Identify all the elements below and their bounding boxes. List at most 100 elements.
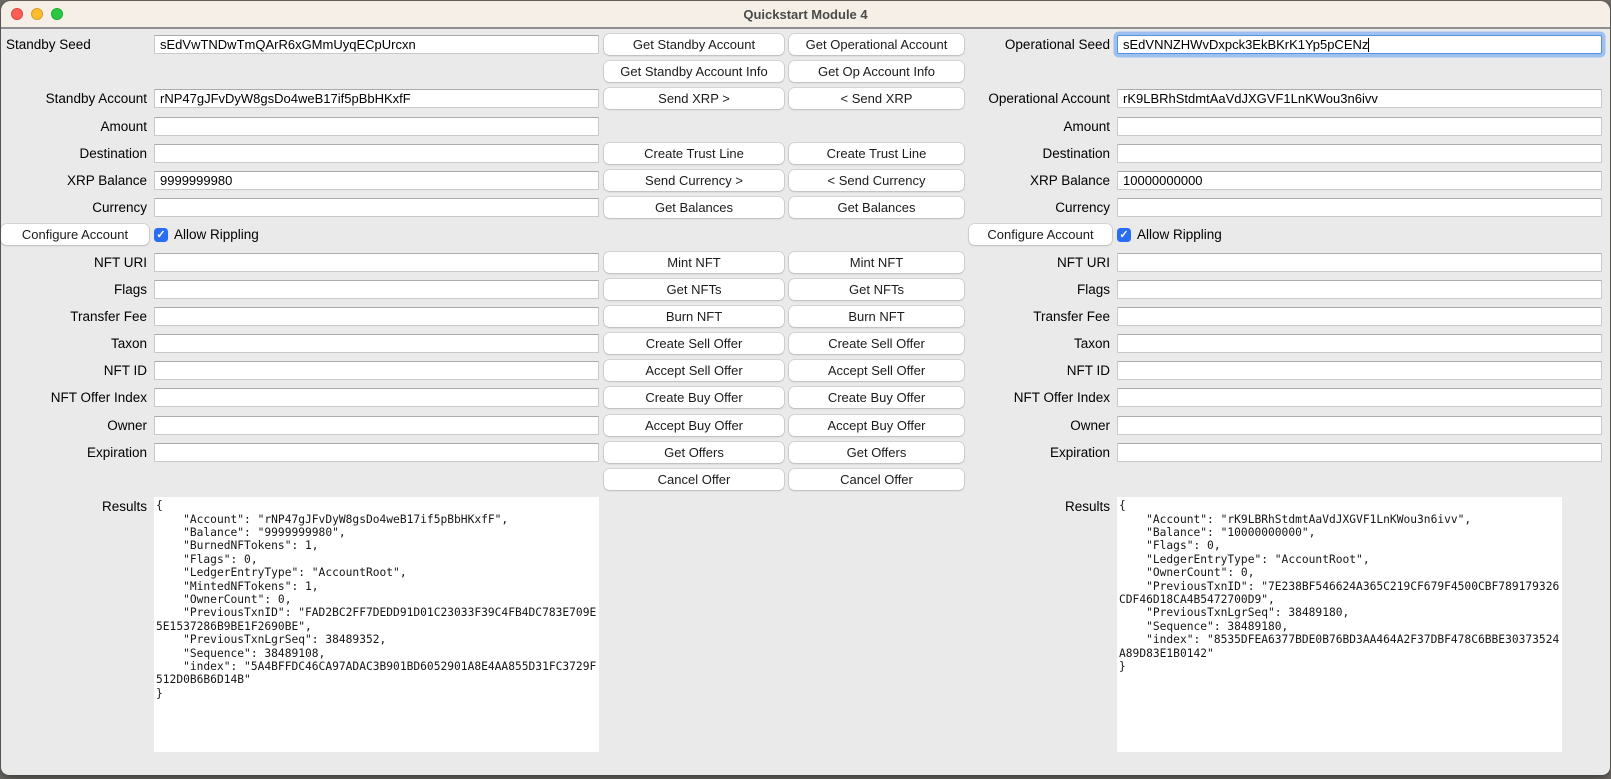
cancel-offer-standby-button[interactable]: Cancel Offer [604, 469, 784, 490]
get-nfts-standby-button[interactable]: Get NFTs [604, 279, 784, 300]
standby-destination-input[interactable] [154, 144, 599, 163]
title-bar: Quickstart Module 4 [1, 1, 1610, 29]
operational-account-label: Operational Account [969, 89, 1112, 108]
operational-account-input[interactable] [1117, 89, 1602, 108]
operational-seed-value: sEdVNNZHWvDxpck3EkBKrK1Yp5pCENz [1123, 37, 1368, 52]
get-nfts-operational-button[interactable]: Get NFTs [789, 279, 964, 300]
get-standby-account-info-button[interactable]: Get Standby Account Info [604, 61, 784, 82]
get-offers-standby-button[interactable]: Get Offers [604, 442, 784, 463]
standby-expiration-input[interactable] [154, 443, 599, 462]
burn-nft-operational-button[interactable]: Burn NFT [789, 306, 964, 327]
standby-xrp-balance-input[interactable] [154, 171, 599, 190]
standby-amount-label: Amount [1, 117, 149, 136]
operational-destination-input[interactable] [1117, 144, 1602, 163]
standby-results-label: Results [1, 497, 149, 516]
operational-xrp-balance-input[interactable] [1117, 171, 1602, 190]
standby-owner-input[interactable] [154, 416, 599, 435]
operational-xrp-balance-label: XRP Balance [969, 171, 1112, 190]
standby-seed-label: Standby Seed [1, 35, 149, 54]
operational-amount-input[interactable] [1117, 117, 1602, 136]
content-grid: Standby Seed Get Standby Account Get Ope… [1, 29, 1610, 752]
cancel-offer-operational-button[interactable]: Cancel Offer [789, 469, 964, 490]
send-xrp-to-standby-button[interactable]: < Send XRP [789, 88, 964, 109]
accept-buy-offer-standby-button[interactable]: Accept Buy Offer [604, 415, 784, 436]
standby-taxon-label: Taxon [1, 334, 149, 353]
standby-xrp-balance-label: XRP Balance [1, 171, 149, 190]
standby-seed-input[interactable] [154, 35, 599, 54]
standby-currency-label: Currency [1, 198, 149, 217]
checkmark-icon: ✓ [1119, 228, 1128, 241]
send-xrp-to-operational-button[interactable]: Send XRP > [604, 88, 784, 109]
operational-transfer-fee-input[interactable] [1117, 307, 1602, 326]
app-window: Quickstart Module 4 Standby Seed Get Sta… [1, 1, 1610, 775]
operational-nft-offer-index-label: NFT Offer Index [969, 388, 1112, 407]
create-sell-offer-standby-button[interactable]: Create Sell Offer [604, 333, 784, 354]
standby-flags-label: Flags [1, 280, 149, 299]
operational-nft-id-input[interactable] [1117, 361, 1602, 380]
operational-expiration-input[interactable] [1117, 443, 1602, 462]
operational-owner-input[interactable] [1117, 416, 1602, 435]
operational-allow-rippling-label: Allow Rippling [1137, 227, 1222, 242]
create-buy-offer-operational-button[interactable]: Create Buy Offer [789, 387, 964, 408]
standby-transfer-fee-label: Transfer Fee [1, 307, 149, 326]
get-operational-account-button[interactable]: Get Operational Account [789, 34, 964, 55]
standby-destination-label: Destination [1, 144, 149, 163]
accept-buy-offer-operational-button[interactable]: Accept Buy Offer [789, 415, 964, 436]
accept-sell-offer-operational-button[interactable]: Accept Sell Offer [789, 360, 964, 381]
operational-taxon-input[interactable] [1117, 334, 1602, 353]
create-buy-offer-standby-button[interactable]: Create Buy Offer [604, 387, 784, 408]
operational-nft-offer-index-input[interactable] [1117, 388, 1602, 407]
standby-owner-label: Owner [1, 416, 149, 435]
operational-results-label: Results [969, 497, 1112, 516]
operational-nft-id-label: NFT ID [969, 361, 1112, 380]
operational-currency-input[interactable] [1117, 198, 1602, 217]
operational-owner-label: Owner [969, 416, 1112, 435]
burn-nft-standby-button[interactable]: Burn NFT [604, 306, 784, 327]
text-caret [1368, 38, 1369, 52]
standby-results-textarea[interactable]: { "Account": "rNP47gJFvDyW8gsDo4weB17if5… [154, 497, 599, 752]
operational-flags-input[interactable] [1117, 280, 1602, 299]
operational-allow-rippling-checkbox[interactable]: ✓ [1117, 228, 1131, 242]
send-currency-to-standby-button[interactable]: < Send Currency [789, 170, 964, 191]
send-currency-to-operational-button[interactable]: Send Currency > [604, 170, 784, 191]
operational-allow-rippling: ✓ Allow Rippling [1117, 225, 1602, 244]
get-offers-operational-button[interactable]: Get Offers [789, 442, 964, 463]
operational-seed-input[interactable]: sEdVNNZHWvDxpck3EkBKrK1Yp5pCENz [1117, 35, 1602, 54]
standby-nft-id-label: NFT ID [1, 361, 149, 380]
operational-transfer-fee-label: Transfer Fee [969, 307, 1112, 326]
configure-standby-account-button[interactable]: Configure Account [1, 224, 149, 245]
standby-allow-rippling: ✓ Allow Rippling [154, 225, 599, 244]
accept-sell-offer-standby-button[interactable]: Accept Sell Offer [604, 360, 784, 381]
standby-nft-offer-index-input[interactable] [154, 388, 599, 407]
operational-destination-label: Destination [969, 144, 1112, 163]
configure-operational-account-button[interactable]: Configure Account [969, 224, 1112, 245]
operational-results-textarea[interactable]: { "Account": "rK9LBRhStdmtAaVdJXGVF1LnKW… [1117, 497, 1562, 752]
mint-nft-operational-button[interactable]: Mint NFT [789, 252, 964, 273]
get-standby-account-button[interactable]: Get Standby Account [604, 34, 784, 55]
standby-nft-id-input[interactable] [154, 361, 599, 380]
standby-account-input[interactable] [154, 89, 599, 108]
standby-account-label: Standby Account [1, 89, 149, 108]
standby-nft-uri-input[interactable] [154, 253, 599, 272]
get-balances-standby-button[interactable]: Get Balances [604, 197, 784, 218]
create-trust-line-operational-button[interactable]: Create Trust Line [789, 143, 964, 164]
standby-transfer-fee-input[interactable] [154, 307, 599, 326]
checkmark-icon: ✓ [156, 228, 165, 241]
get-op-account-info-button[interactable]: Get Op Account Info [789, 61, 964, 82]
operational-expiration-label: Expiration [969, 443, 1112, 462]
standby-currency-input[interactable] [154, 198, 599, 217]
operational-nft-uri-input[interactable] [1117, 253, 1602, 272]
standby-nft-uri-label: NFT URI [1, 253, 149, 272]
standby-allow-rippling-checkbox[interactable]: ✓ [154, 228, 168, 242]
standby-nft-offer-index-label: NFT Offer Index [1, 388, 149, 407]
standby-taxon-input[interactable] [154, 334, 599, 353]
window-title: Quickstart Module 4 [1, 7, 1610, 22]
operational-currency-label: Currency [969, 198, 1112, 217]
create-trust-line-standby-button[interactable]: Create Trust Line [604, 143, 784, 164]
standby-flags-input[interactable] [154, 280, 599, 299]
mint-nft-standby-button[interactable]: Mint NFT [604, 252, 784, 273]
standby-amount-input[interactable] [154, 117, 599, 136]
get-balances-operational-button[interactable]: Get Balances [789, 197, 964, 218]
operational-amount-label: Amount [969, 117, 1112, 136]
create-sell-offer-operational-button[interactable]: Create Sell Offer [789, 333, 964, 354]
